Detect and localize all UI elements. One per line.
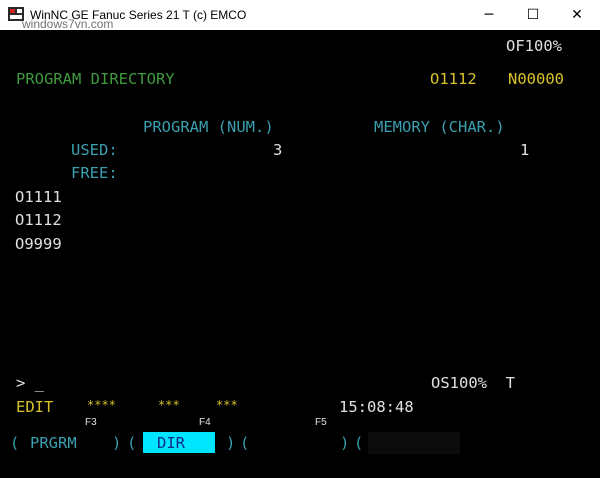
softkey-f5-blank[interactable] <box>368 432 460 454</box>
minimize-button[interactable]: ─ <box>466 0 512 30</box>
maximize-button[interactable]: ☐ <box>510 0 556 30</box>
memory-column-header: MEMORY (CHAR.) <box>374 118 505 136</box>
softkey-bracket: ( <box>10 434 20 452</box>
softkey-bracket: ) <box>340 434 350 452</box>
status-stars-1: **** <box>87 398 116 412</box>
mode-indicator: EDIT <box>16 398 54 416</box>
clock: 15:08:48 <box>339 398 414 416</box>
program-column-header: PROGRAM (NUM.) <box>143 118 274 136</box>
program-list-item[interactable]: O1111 <box>15 188 62 206</box>
softkey-prgrm[interactable]: PRGRM <box>30 434 77 452</box>
used-memory-count: 1 <box>520 141 530 159</box>
maximize-icon: ☐ <box>526 7 540 23</box>
close-icon: ✕ <box>571 7 583 23</box>
used-label: USED: <box>71 141 118 159</box>
watermark-text: windows7vn.com <box>22 17 114 31</box>
softkey-bracket: ( <box>240 434 250 452</box>
softkey-bracket: ( <box>354 434 364 452</box>
status-stars-3: *** <box>216 398 238 412</box>
block-number: N00000 <box>508 70 564 88</box>
f4-key-label: F4 <box>199 417 211 428</box>
softkey-dir-label: DIR <box>157 434 185 452</box>
spindle-override-status: OS100% T <box>431 374 515 392</box>
softkey-bracket: ( <box>127 434 137 452</box>
used-program-count: 3 <box>273 141 283 159</box>
softkey-dir[interactable]: DIR <box>143 432 215 453</box>
status-stars-2: *** <box>158 398 180 412</box>
f3-key-label: F3 <box>85 417 97 428</box>
free-label: FREE: <box>71 164 118 182</box>
minimize-icon: ─ <box>484 7 494 23</box>
softkey-bracket: ) <box>226 434 236 452</box>
title-bar: WinNC GE Fanuc Series 21 T (c) EMCO wind… <box>0 0 600 31</box>
program-number: O1112 <box>430 70 477 88</box>
softkey-bracket: ) <box>112 434 122 452</box>
close-button[interactable]: ✕ <box>554 0 600 30</box>
page-title: PROGRAM DIRECTORY <box>16 70 175 88</box>
feed-override: OF100% <box>506 37 562 55</box>
program-list-item[interactable]: O1112 <box>15 211 62 229</box>
cnc-screen: OF100% PROGRAM DIRECTORY O1112 N00000 PR… <box>0 30 600 478</box>
program-list-item[interactable]: O9999 <box>15 235 62 253</box>
input-prompt[interactable]: > _ <box>16 374 44 392</box>
f5-key-label: F5 <box>315 417 327 428</box>
